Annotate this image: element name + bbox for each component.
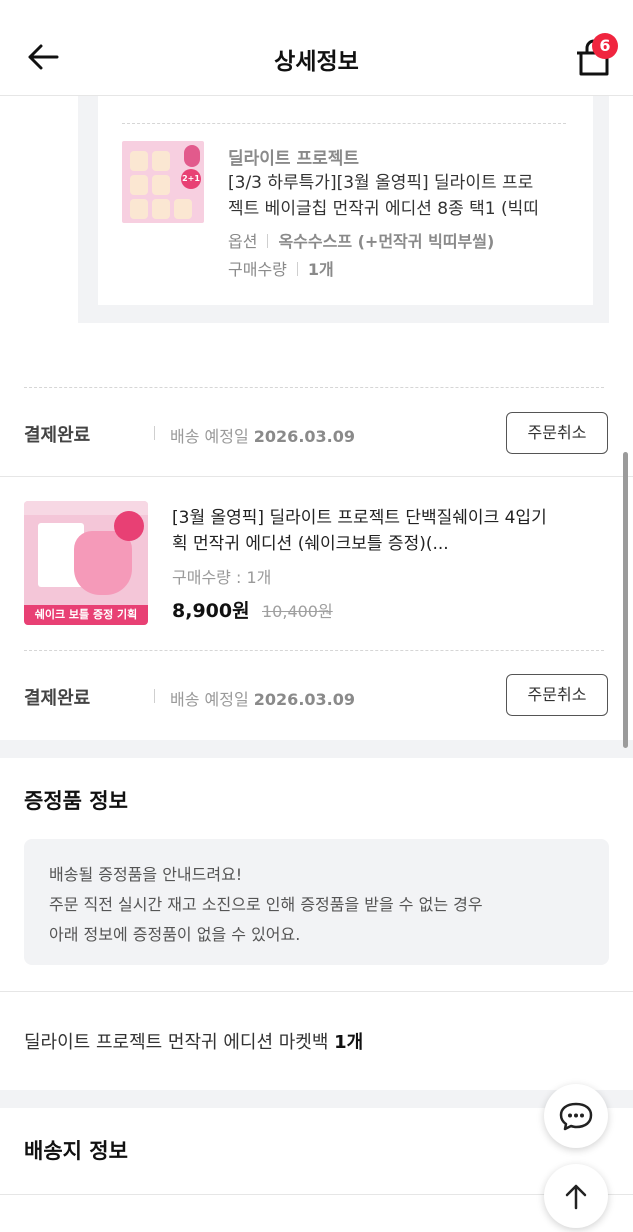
product-price: 8,900원 [172, 600, 250, 622]
order-status: 결제완료 [24, 425, 91, 446]
section-separator [0, 1090, 633, 1108]
divider [0, 1194, 633, 1195]
promo-badge: 2+1 [181, 169, 201, 189]
freebie-section-title: 증정품 정보 [24, 789, 128, 813]
chat-bubble-icon [559, 1102, 593, 1131]
separator [154, 426, 155, 440]
divider [0, 476, 633, 477]
ship-date: 배송 예정일 2026.03.09 [170, 690, 355, 709]
freebie-notice-box: 배송될 증정품을 안내드려요! 주문 직전 실시간 재고 소진으로 인해 증정품… [24, 839, 609, 965]
scrollbar[interactable] [623, 452, 628, 748]
section-separator [0, 740, 633, 758]
freebie-item: 딜라이트 프로젝트 먼작귀 에디션 마켓백 1개 [24, 1032, 364, 1053]
divider [24, 650, 604, 651]
cancel-order-button[interactable]: 주문취소 [506, 674, 608, 716]
order-status: 결제완료 [24, 688, 91, 709]
divider [122, 123, 566, 124]
notice-line: 배송될 증정품을 안내드려요! [49, 865, 243, 884]
thumbnail-banner: 쉐이크 보틀 증정 기획 [24, 605, 148, 625]
product-quantity: 구매수량 : 1개 [172, 568, 272, 587]
arrow-up-icon [565, 1184, 587, 1210]
chat-button[interactable] [544, 1084, 608, 1148]
product-thumbnail[interactable]: 쉐이크 보틀 증정 기획 [24, 501, 148, 625]
gift-product-quantity: 구매수량 1개 [228, 260, 334, 279]
page-title: 상세정보 [274, 49, 359, 75]
divider [0, 991, 633, 992]
notice-line: 아래 정보에 증정품이 없을 수 있어요. [49, 925, 301, 944]
gift-product-option: 옵션 옥수수스프 (+먼작귀 빅띠부씰) [228, 232, 495, 251]
product-name[interactable]: [3월 올영픽] 딜라이트 프로젝트 단백질쉐이크 4입기획 먼작귀 에디션 (… [172, 505, 562, 557]
shipping-section-title: 배송지 정보 [24, 1139, 128, 1163]
notice-line: 주문 직전 실시간 재고 소진으로 인해 증정품을 받을 수 없는 경우 [49, 895, 483, 914]
gift-product-thumbnail[interactable]: 2+1 [122, 141, 204, 223]
separator [154, 689, 155, 703]
app-header: 상세정보 6 [0, 0, 633, 96]
scroll-top-button[interactable] [544, 1164, 608, 1228]
cancel-order-button[interactable]: 주문취소 [506, 412, 608, 454]
gift-product-brand: 딜라이트 프로젝트 [228, 149, 360, 169]
product-original-price: 10,400원 [262, 602, 333, 621]
cart-count-badge: 6 [592, 33, 618, 59]
gift-product-name[interactable]: [3/3 하루특가][3월 올영픽] 딜라이트 프로 젝트 베이글칩 먼작귀 에… [228, 170, 568, 222]
ship-date: 배송 예정일 2026.03.09 [170, 427, 355, 446]
divider [24, 387, 604, 388]
